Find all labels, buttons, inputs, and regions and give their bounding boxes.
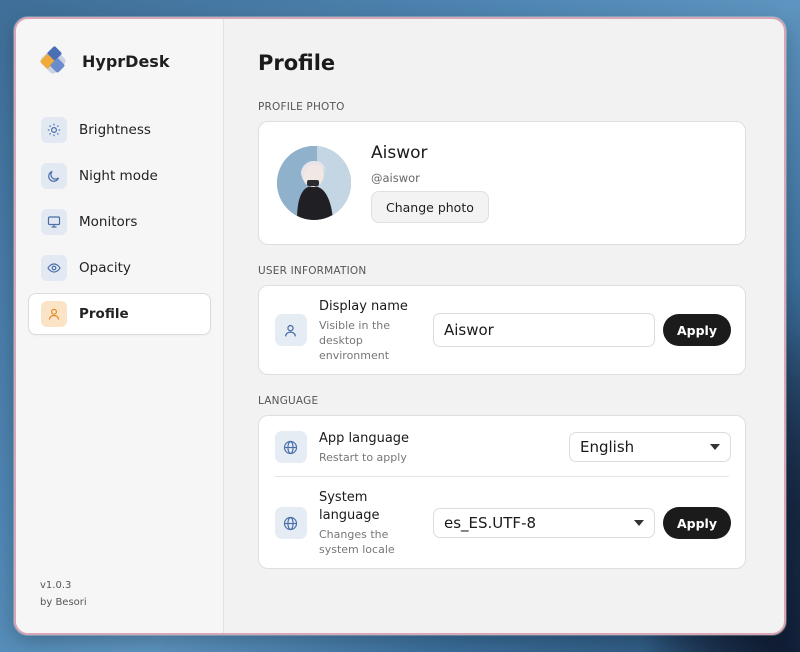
app-window: HyprDesk Brightness Night mode Monitors … [14, 17, 786, 635]
user-icon [274, 314, 307, 346]
sidebar-item-opacity[interactable]: Opacity [28, 247, 211, 289]
section-label-user-information: USER INFORMATION [257, 265, 367, 277]
system-language-select[interactable]: es_ES.UTF-8 [432, 508, 655, 538]
display-name-apply-button[interactable]: Apply [662, 314, 731, 346]
app-language-select[interactable]: English [569, 432, 731, 462]
system-language-title: System language [318, 490, 380, 523]
system-language-selected: es_ES.UTF-8 [443, 514, 537, 532]
display-name-subtitle: Visible in the desktop environment [318, 318, 390, 362]
section-label-language: LANGUAGE [257, 395, 319, 407]
sidebar-item-profile[interactable]: Profile [28, 293, 211, 335]
sidebar-item-label: Profile [79, 306, 129, 322]
change-photo-button[interactable]: Change photo [370, 191, 489, 223]
globe-icon [274, 431, 307, 463]
display-name-text: Display name Visible in the desktop envi… [319, 298, 423, 363]
monitor-icon [41, 209, 67, 235]
display-name-input[interactable] [432, 313, 655, 347]
sidebar-nav: Brightness Night mode Monitors Opacity P… [28, 109, 211, 335]
app-name: HyprDesk [82, 51, 170, 71]
chevron-down-icon [633, 520, 644, 526]
moon-icon [41, 163, 67, 189]
system-language-text: System language Changes the system local… [319, 489, 423, 557]
system-language-subtitle: Changes the system locale [318, 528, 395, 556]
version-label: v1.0.3 [40, 580, 72, 591]
sidebar-item-label: Monitors [79, 214, 138, 230]
language-card: App language Restart to apply English Sy… [257, 415, 746, 569]
sidebar-item-brightness[interactable]: Brightness [28, 109, 211, 151]
system-language-row: System language Changes the system local… [259, 477, 745, 569]
page-title: Profile [257, 51, 336, 75]
display-name-card: Display name Visible in the desktop envi… [257, 285, 746, 375]
app-language-subtitle: Restart to apply [318, 450, 407, 464]
system-language-apply-button[interactable]: Apply [662, 507, 731, 539]
sun-icon [41, 117, 67, 143]
profile-photo-card: Aiswor @aiswor Change photo [257, 121, 746, 245]
avatar [276, 146, 351, 220]
sidebar-item-monitors[interactable]: Monitors [28, 201, 211, 243]
sidebar-item-night-mode[interactable]: Night mode [28, 155, 211, 197]
sidebar-item-label: Night mode [79, 168, 158, 184]
sidebar-item-label: Opacity [79, 260, 131, 276]
eye-icon [41, 255, 67, 281]
brand: HyprDesk [28, 43, 211, 79]
profile-name: Aiswor [370, 143, 428, 163]
chevron-down-icon [710, 444, 720, 450]
app-language-selected: English [580, 438, 635, 456]
app-language-text: App language Restart to apply [319, 430, 409, 465]
app-language-row: App language Restart to apply English [259, 418, 745, 476]
globe-icon [274, 507, 307, 539]
app-logo-icon [36, 44, 70, 78]
section-label-profile-photo: PROFILE PHOTO [257, 101, 345, 113]
author-label: by Besori [40, 597, 87, 608]
app-language-title: App language [318, 430, 410, 446]
profile-handle: @aiswor [370, 171, 420, 185]
main-content: Profile PROFILE PHOTO Aiswor @aiswor Cha… [224, 19, 784, 633]
profile-details: Aiswor @aiswor Change photo [370, 143, 489, 223]
sidebar-item-label: Brightness [79, 122, 151, 138]
display-name-title: Display name [318, 298, 408, 314]
user-icon [41, 301, 67, 327]
version-info: v1.0.3 by Besori [40, 577, 87, 611]
sidebar: HyprDesk Brightness Night mode Monitors … [16, 19, 224, 633]
